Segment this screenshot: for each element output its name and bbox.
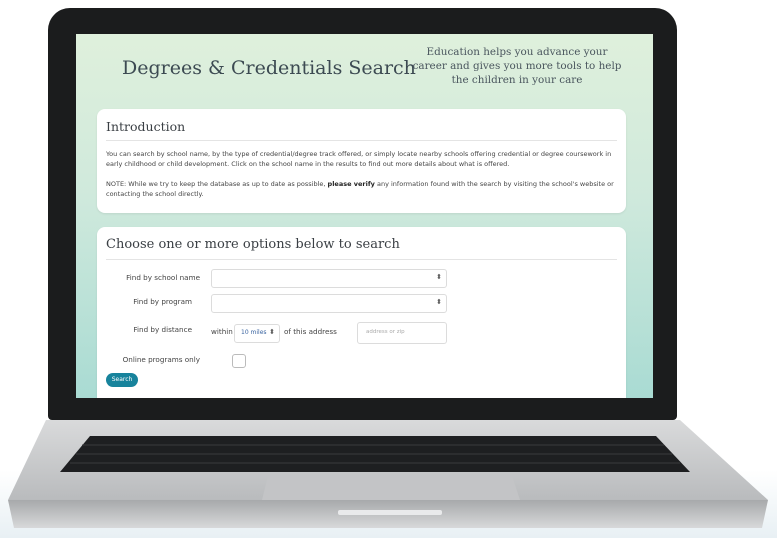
online-checkbox[interactable] bbox=[232, 354, 246, 368]
page-tagline: Education helps you advance your career … bbox=[412, 46, 622, 86]
miles-value: 10 miles bbox=[241, 329, 267, 336]
search-button[interactable]: Search bbox=[106, 373, 138, 387]
intro-paragraph: You can search by school name, by the ty… bbox=[106, 150, 612, 168]
search-heading: Choose one or more options below to sear… bbox=[106, 237, 400, 252]
intro-heading: Introduction bbox=[106, 119, 186, 134]
intro-note: NOTE: While we try to keep the database … bbox=[106, 179, 616, 199]
school-select[interactable]: ⬍ bbox=[211, 269, 447, 288]
address-input[interactable]: address or zip bbox=[357, 322, 447, 344]
intro-card: Introduction You can search by school na… bbox=[97, 109, 626, 213]
note-text: NOTE: While we try to keep the database … bbox=[106, 180, 328, 188]
program-select[interactable]: ⬍ bbox=[211, 294, 447, 313]
school-label: Find by school name bbox=[126, 273, 200, 282]
screen: Degrees & Credentials Search Education h… bbox=[76, 34, 653, 398]
distance-label: Find by distance bbox=[133, 325, 192, 334]
page-title: Degrees & Credentials Search bbox=[122, 57, 416, 79]
divider bbox=[106, 140, 617, 141]
program-label: Find by program bbox=[133, 297, 192, 306]
up-down-caret-icon: ⬍ bbox=[436, 298, 442, 306]
up-down-caret-icon: ⬍ bbox=[269, 328, 275, 336]
miles-select[interactable]: 10 miles ⬍ bbox=[234, 324, 280, 343]
search-card: Choose one or more options below to sear… bbox=[97, 227, 626, 398]
up-down-caret-icon: ⬍ bbox=[436, 273, 442, 281]
of-address-text: of this address bbox=[284, 327, 337, 336]
within-text: within bbox=[211, 327, 233, 336]
online-label: Online programs only bbox=[122, 355, 200, 364]
divider bbox=[106, 259, 617, 260]
address-placeholder: address or zip bbox=[366, 329, 405, 335]
note-emphasis: please verify bbox=[327, 180, 375, 188]
